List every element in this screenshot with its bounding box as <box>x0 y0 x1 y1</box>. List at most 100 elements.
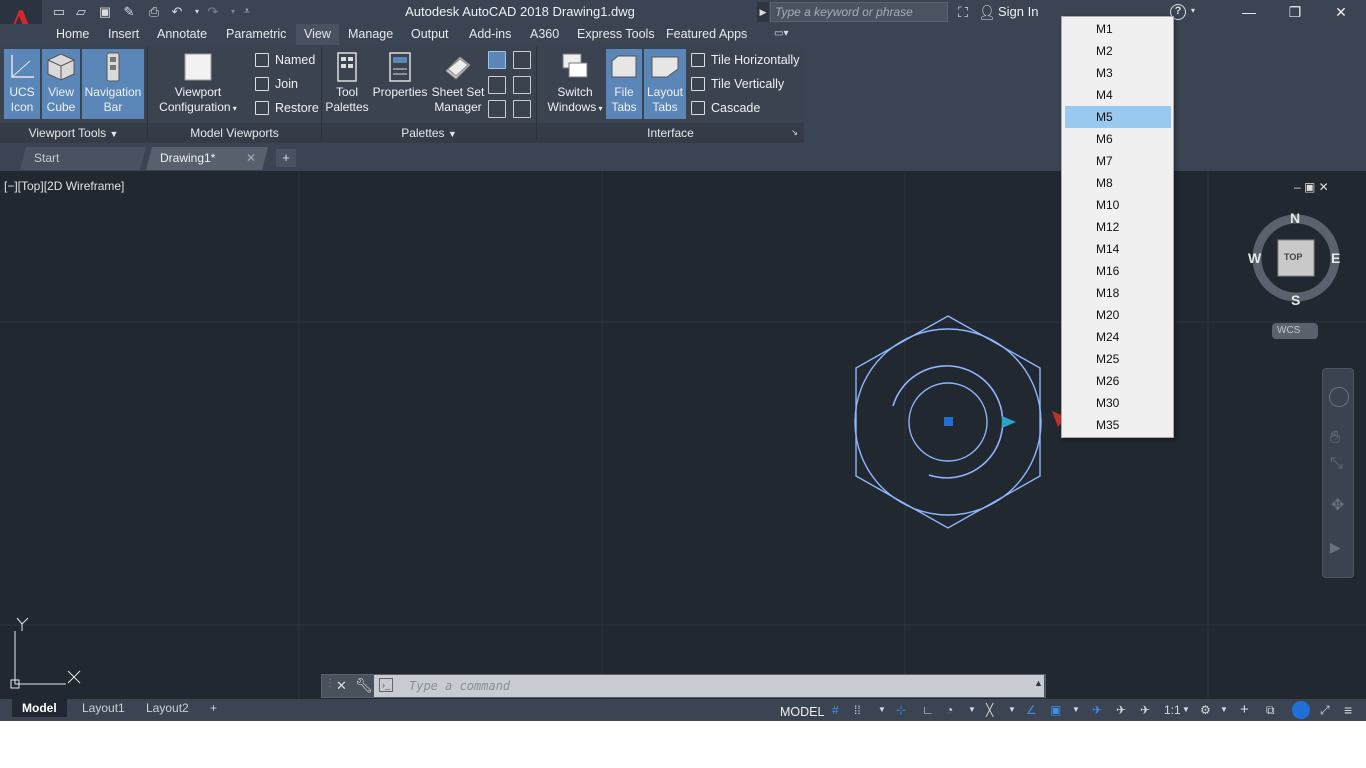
cascade-button[interactable]: Cascade <box>691 98 760 118</box>
join-viewports-button[interactable]: Join <box>255 74 298 94</box>
annotation-visibility-icon[interactable]: ✈︎ <box>1092 702 1102 718</box>
file-tab-start[interactable]: Start <box>20 147 146 170</box>
view-cube-button[interactable]: View Cube <box>42 49 80 119</box>
object-snap-icon[interactable]: ▣ <box>1050 702 1061 718</box>
auto-scale-icon[interactable]: ✈︎ <box>1116 702 1126 718</box>
sheet-set-manager-button[interactable]: Sheet Set Manager <box>430 49 486 119</box>
save-icon[interactable]: ▣ <box>96 3 114 21</box>
redo-icon[interactable]: ↷ <box>204 3 222 21</box>
minimize-button[interactable]: — <box>1226 0 1272 24</box>
dropdown-item-m16[interactable]: M16 <box>1065 260 1171 282</box>
close-button[interactable]: ✕ <box>1318 0 1364 24</box>
chevron-down-icon[interactable]: ▼ <box>1072 702 1080 718</box>
dropdown-item-m1[interactable]: M1 <box>1065 18 1171 40</box>
layout-tab-layout1[interactable]: Layout1 <box>72 699 135 717</box>
dropdown-item-m30[interactable]: M30 <box>1065 392 1171 414</box>
help-dropdown-icon[interactable]: ▾ <box>1191 6 1195 15</box>
chevron-down-icon[interactable]: ▼ <box>1182 702 1190 718</box>
gear-icon[interactable]: ⚙︎ <box>1200 702 1211 718</box>
dropdown-item-m25[interactable]: M25 <box>1065 348 1171 370</box>
tile-horizontally-button[interactable]: Tile Horizontally <box>691 50 799 70</box>
close-tab-icon[interactable]: ✕ <box>246 147 256 170</box>
dropdown-item-m12[interactable]: M12 <box>1065 216 1171 238</box>
dropdown-item-m14[interactable]: M14 <box>1065 238 1171 260</box>
object-snap-tracking-icon[interactable]: ∠ <box>1026 702 1037 718</box>
model-space-toggle[interactable]: MODEL <box>776 699 828 721</box>
pan-hand-icon[interactable]: ✋︎ <box>1330 427 1340 448</box>
dialog-launcher-icon[interactable]: ↘ <box>791 123 798 143</box>
search-input[interactable]: Type a keyword or phrase <box>770 2 948 22</box>
palette-table-icon[interactable] <box>488 100 506 118</box>
plot-icon[interactable]: ⎙ <box>145 3 163 21</box>
chevron-down-icon[interactable]: ▼ <box>968 702 976 718</box>
tab-express-tools[interactable]: Express Tools <box>569 24 663 45</box>
chevron-down-icon[interactable]: ▼ <box>878 702 886 718</box>
navigation-bar-button[interactable]: Navigation Bar <box>82 49 144 119</box>
tab-home[interactable]: Home <box>48 24 97 45</box>
dropdown-item-m8[interactable]: M8 <box>1065 172 1171 194</box>
command-history-icon[interactable]: ▲ <box>1034 678 1043 688</box>
annotation-scale-icon[interactable]: ✈︎ <box>1140 702 1150 718</box>
tab-add-ins[interactable]: Add-ins <box>461 24 519 45</box>
dropdown-item-m7[interactable]: M7 <box>1065 150 1171 172</box>
tool-palettes-button[interactable]: Tool Palettes <box>324 49 370 119</box>
named-viewports-button[interactable]: Named <box>255 50 315 70</box>
open-folder-icon[interactable]: ▱ <box>72 3 90 21</box>
properties-button[interactable]: Properties <box>372 49 428 119</box>
dropdown-item-m26[interactable]: M26 <box>1065 370 1171 392</box>
tab-manage[interactable]: Manage <box>340 24 401 45</box>
save-as-icon[interactable]: ✎ <box>120 3 138 21</box>
drag-handle-icon[interactable]: ⋮ <box>325 678 335 689</box>
compass-north[interactable]: N <box>1290 210 1300 226</box>
showmotion-icon[interactable]: ▶ <box>1330 539 1341 556</box>
tile-vertically-button[interactable]: Tile Vertically <box>691 74 784 94</box>
ribbon-minimize-icon[interactable]: ▭▾ <box>774 28 796 41</box>
tab-annotate[interactable]: Annotate <box>149 24 215 45</box>
wcs-menu[interactable]: WCS <box>1272 323 1318 339</box>
dropdown-item-m20[interactable]: M20 <box>1065 304 1171 326</box>
tab-view[interactable]: View <box>296 24 339 45</box>
isolate-objects-icon[interactable]: ⧉ <box>1266 702 1275 718</box>
polar-tracking-icon[interactable]: ◔ <box>946 702 953 718</box>
annotation-scale-value[interactable]: 1:1 <box>1164 702 1181 718</box>
viewcube[interactable]: N S E W TOP <box>1248 210 1344 308</box>
viewcube-face-top[interactable]: TOP <box>1284 252 1302 262</box>
customize-wrench-icon[interactable]: 🔧︎ <box>355 677 373 694</box>
restore-button[interactable]: ❐ <box>1272 0 1318 24</box>
customization-menu-icon[interactable]: ≡ <box>1344 702 1352 718</box>
layout-tab-model[interactable]: Model <box>12 699 67 717</box>
ortho-mode-icon[interactable]: ∟ <box>922 702 934 718</box>
new-file-icon[interactable]: ▭ <box>50 3 68 21</box>
dropdown-item-m10[interactable]: M10 <box>1065 194 1171 216</box>
clean-screen-icon[interactable]: ⤢ <box>1320 702 1330 718</box>
sign-in-button[interactable]: 👤︎ Sign In <box>978 0 1038 24</box>
snap-mode-icon[interactable]: ⁞⁞ <box>854 702 861 718</box>
chevron-down-icon[interactable]: ▼ <box>1008 702 1016 718</box>
zoom-icon[interactable]: ⤡ <box>1330 455 1343 473</box>
command-input[interactable]: Type a command <box>374 675 1044 697</box>
switch-windows-button[interactable]: Switch Windows ▾ <box>546 49 604 119</box>
add-layout-plus-icon[interactable]: + <box>200 699 227 717</box>
dropdown-item-m18[interactable]: M18 <box>1065 282 1171 304</box>
search-expand-icon[interactable]: ▶ <box>757 2 769 22</box>
tab-parametric[interactable]: Parametric <box>218 24 294 45</box>
undo-icon[interactable]: ↶ <box>168 3 186 21</box>
compass-west[interactable]: W <box>1248 250 1261 266</box>
dropdown-item-m3[interactable]: M3 <box>1065 62 1171 84</box>
steering-wheel-icon[interactable] <box>1329 387 1349 407</box>
tab-a360[interactable]: A360 <box>522 24 567 45</box>
new-tab-plus-icon[interactable]: + <box>276 149 296 167</box>
palette-toggle-icon[interactable] <box>488 51 506 69</box>
arrow-grip[interactable] <box>1002 416 1016 428</box>
file-tabs-button[interactable]: File Tabs <box>606 49 642 119</box>
dropdown-item-m2[interactable]: M2 <box>1065 40 1171 62</box>
hardware-acceleration-icon[interactable] <box>1292 701 1310 719</box>
close-command-line-icon[interactable]: ✕ <box>336 678 347 694</box>
orbit-icon[interactable]: ✥ <box>1331 495 1344 515</box>
isometric-drafting-icon[interactable]: ╳ <box>986 702 993 718</box>
viewport-tools-panel-title[interactable]: Viewport Tools ▼ <box>0 123 147 143</box>
viewport-window-controls[interactable]: – ▣ ✕ <box>1294 180 1329 194</box>
command-prompt-icon[interactable]: ›_ <box>379 678 393 692</box>
compass-south[interactable]: S <box>1291 292 1300 308</box>
viewport-label[interactable]: [−][Top][2D Wireframe] <box>4 179 124 193</box>
